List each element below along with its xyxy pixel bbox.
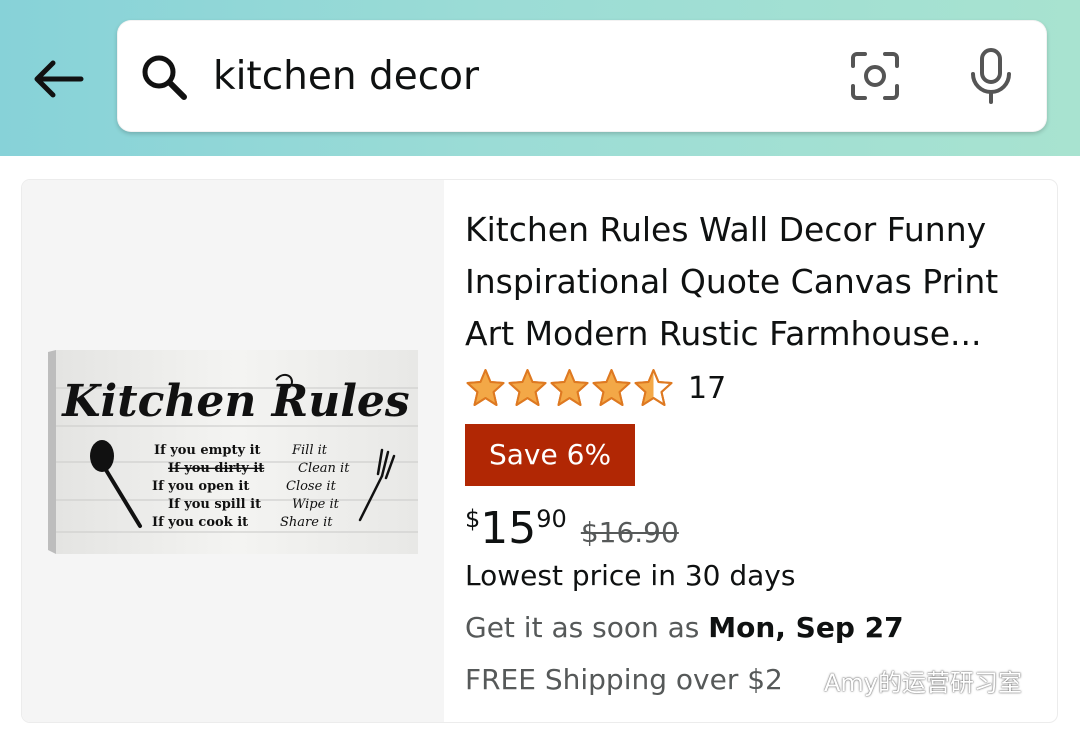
price: $ 15 90 $16.90 <box>465 498 679 560</box>
lowest-price-note: Lowest price in 30 days <box>465 559 796 592</box>
print-line-5-right: Share it <box>280 515 333 530</box>
product-image-panel[interactable]: Kitchen Rules If you empty it Fill it If… <box>22 180 444 722</box>
rating-count: 17 <box>688 370 727 406</box>
star-icon <box>466 369 505 406</box>
print-line-1-right: Fill it <box>291 443 328 458</box>
camera-scan-icon[interactable] <box>847 48 903 104</box>
shipping-note: FREE Shipping over $2 <box>465 663 783 696</box>
star-icon <box>550 369 589 406</box>
star-icon <box>634 369 673 406</box>
star-icon <box>508 369 547 406</box>
print-line-3-left: If you open it <box>152 479 249 494</box>
print-heading: Kitchen Rules <box>60 376 409 427</box>
list-price: $16.90 <box>580 516 679 549</box>
search-input[interactable] <box>213 42 833 112</box>
deal-badge: Save 6% <box>465 424 636 486</box>
star-rating <box>465 368 674 408</box>
rating-row[interactable]: 17 <box>465 366 726 410</box>
delivery-prefix: Get it as soon as <box>465 611 700 644</box>
arrow-left-icon <box>34 60 84 98</box>
print-line-5-left: If you cook it <box>152 515 248 530</box>
product-title[interactable]: Kitchen Rules Wall Decor Funny Inspirati… <box>465 204 1025 360</box>
search-icon <box>142 55 187 100</box>
product-image[interactable]: Kitchen Rules If you empty it Fill it If… <box>48 350 422 554</box>
print-line-2-right: Clean it <box>298 461 350 476</box>
product-card[interactable]: Kitchen Rules If you empty it Fill it If… <box>22 180 1057 722</box>
microphone-icon[interactable] <box>963 46 1019 106</box>
print-line-4-right: Wipe it <box>292 497 340 512</box>
back-button[interactable] <box>28 52 88 106</box>
watermark-text: Amy的运营研习室 <box>824 668 1022 697</box>
print-line-2-left: If you dirty it <box>168 461 264 476</box>
price-symbol: $ <box>465 505 481 533</box>
watermark: Amy的运营研习室 <box>784 658 1022 702</box>
delivery-date: Mon, Sep 27 <box>708 611 904 644</box>
wechat-icon <box>785 667 817 692</box>
print-line-1-left: If you empty it <box>154 443 261 458</box>
price-fraction: 90 <box>536 505 567 533</box>
product-details: Kitchen Rules Wall Decor Funny Inspirati… <box>465 180 1045 722</box>
search-bar[interactable] <box>117 20 1047 132</box>
search-header <box>0 0 1080 156</box>
price-whole: 15 <box>480 503 537 554</box>
print-line-4-left: If you spill it <box>168 497 261 512</box>
star-icon <box>592 369 631 406</box>
delivery-estimate: Get it as soon as Mon, Sep 27 <box>465 606 904 650</box>
print-line-3-right: Close it <box>286 479 337 494</box>
